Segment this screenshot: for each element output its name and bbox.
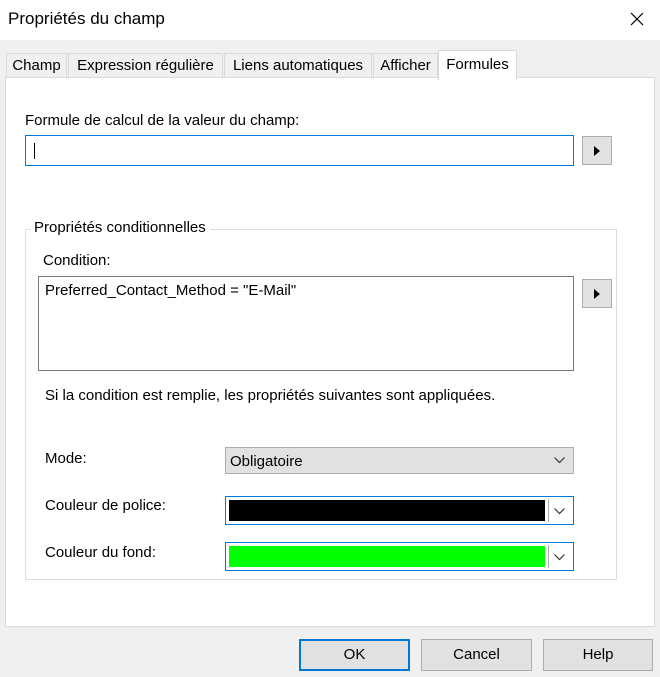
close-button[interactable] (616, 2, 656, 36)
tab-formules[interactable]: Formules (438, 50, 517, 80)
mode-select[interactable]: Obligatoire (225, 447, 574, 474)
arrow-right-icon (594, 289, 600, 299)
condition-textarea[interactable]: Preferred_Contact_Method = "E-Mail" (38, 276, 574, 371)
formula-input[interactable] (25, 135, 574, 166)
tab-afficher[interactable]: Afficher (373, 53, 438, 78)
formula-label: Formule de calcul de la valeur du champ: (25, 112, 300, 129)
mode-label: Mode: (45, 450, 87, 467)
font-color-dropdown[interactable] (548, 499, 571, 522)
help-button[interactable]: Help (543, 639, 653, 671)
chevron-down-icon (554, 508, 565, 515)
field-properties-dialog: Propriétés du champ Champ Expression rég… (0, 0, 660, 677)
close-icon (630, 12, 644, 26)
group-title: Propriétés conditionnelles (30, 219, 210, 236)
arrow-right-icon (594, 146, 600, 156)
text-caret (34, 143, 35, 159)
condition-label: Condition: (43, 252, 111, 269)
cancel-button[interactable]: Cancel (421, 639, 532, 671)
bg-color-picker[interactable] (225, 542, 574, 571)
chevron-down-icon (554, 554, 565, 561)
title-bar: Propriétés du champ (0, 0, 660, 40)
bg-color-dropdown[interactable] (548, 545, 571, 568)
tab-expression-reguliere[interactable]: Expression régulière (68, 53, 223, 78)
bg-color-swatch (229, 546, 545, 567)
condition-info-text: Si la condition est remplie, les proprié… (45, 387, 496, 404)
window-title: Propriétés du champ (8, 9, 165, 28)
font-color-picker[interactable] (225, 496, 574, 525)
chevron-down-icon (554, 457, 565, 464)
font-color-swatch (229, 500, 545, 521)
mode-value: Obligatoire (230, 453, 303, 470)
condition-insert-button[interactable] (582, 279, 612, 308)
formula-insert-button[interactable] (582, 136, 612, 165)
ok-button[interactable]: OK (299, 639, 410, 671)
bg-color-label: Couleur du fond: (45, 544, 156, 561)
tab-champ[interactable]: Champ (6, 53, 67, 78)
tab-liens-automatiques[interactable]: Liens automatiques (224, 53, 372, 78)
font-color-label: Couleur de police: (45, 497, 166, 514)
